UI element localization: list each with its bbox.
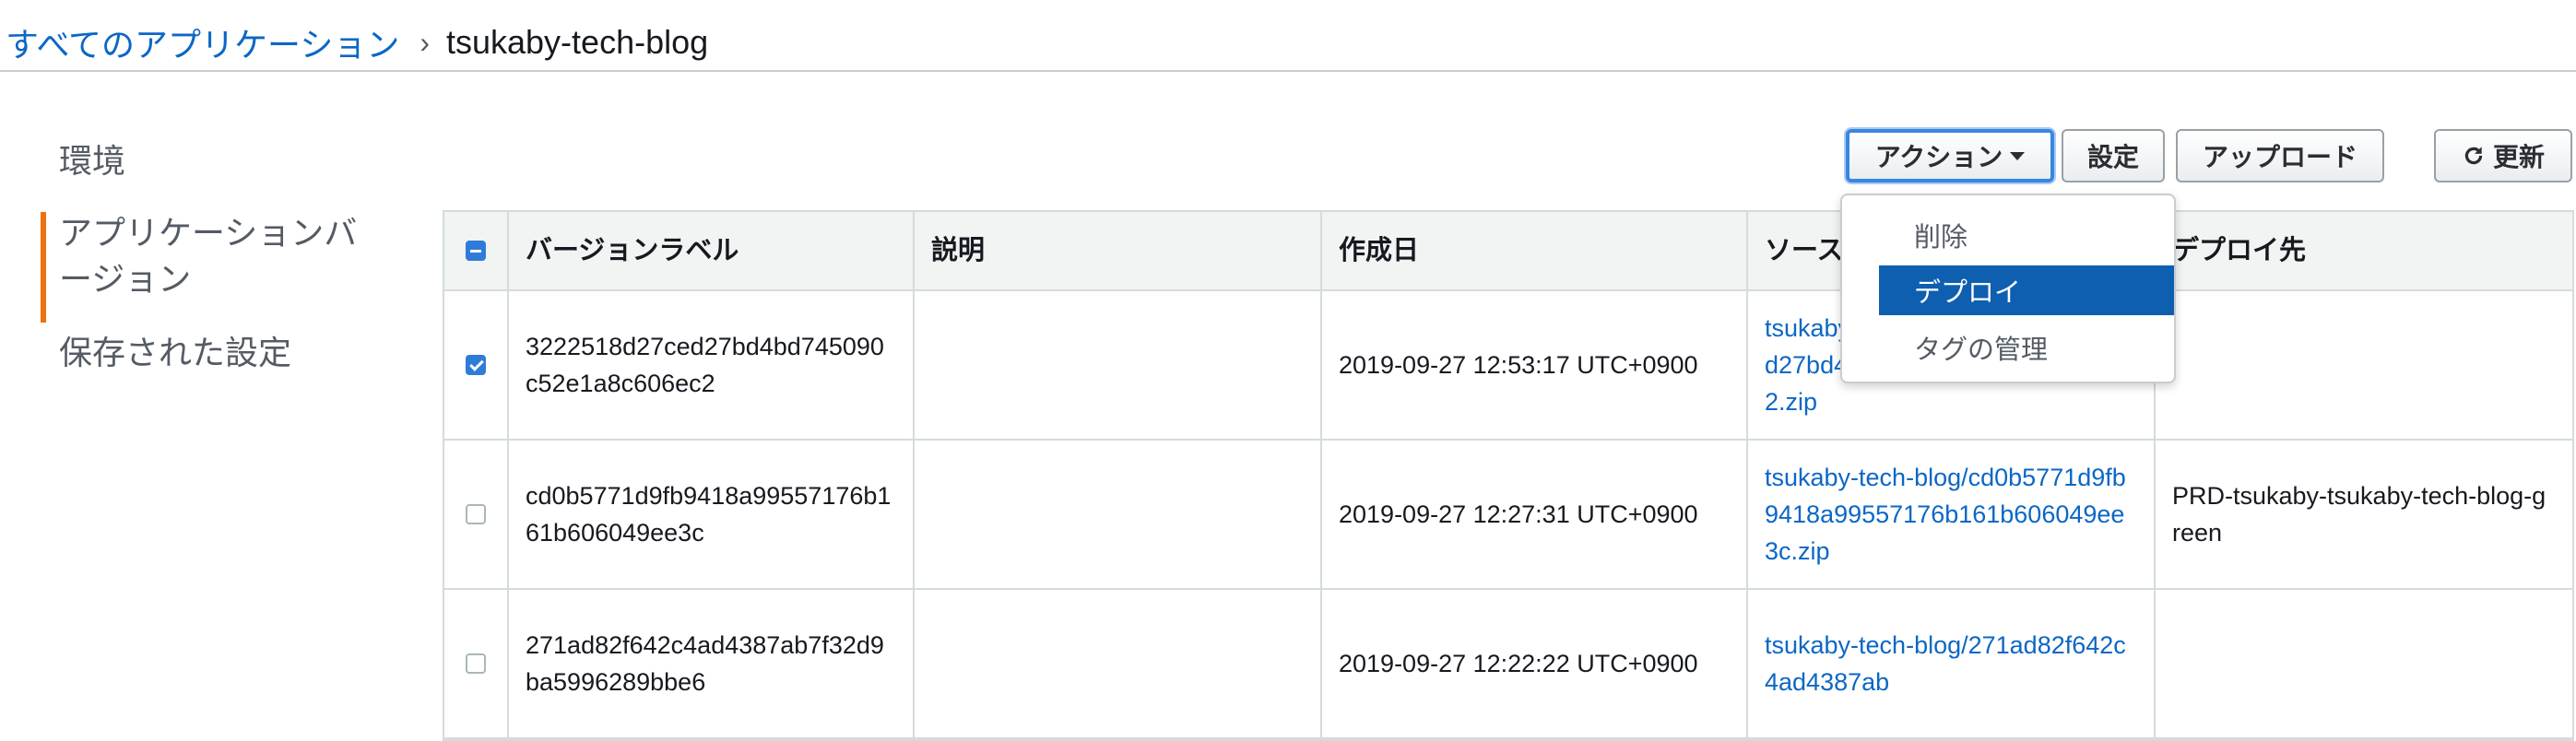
column-header-description[interactable]: 説明	[915, 212, 1322, 289]
column-header-created[interactable]: 作成日	[1322, 212, 1748, 289]
settings-button[interactable]: 設定	[2062, 129, 2165, 182]
deployed-to-cell	[2156, 291, 2569, 439]
source-bundle-link[interactable]: tsukaby-tech-blog/cd0b5771d9fb9418a99557…	[1765, 459, 2137, 570]
upload-button[interactable]: アップロード	[2176, 129, 2384, 182]
actions-button-label: アクション	[1874, 143, 2003, 171]
created-date-cell: 2019-09-27 12:22:22 UTC+0900	[1322, 590, 1748, 737]
menu-item-deploy[interactable]: デプロイ	[1879, 265, 2174, 315]
source-cell: tsukaby-tech-blog/271ad82f642c4ad4387ab	[1748, 590, 2156, 737]
source-bundle-link[interactable]: tsukaby-tech-blog/271ad82f642c4ad4387ab	[1765, 627, 2137, 700]
caret-down-icon	[2010, 151, 2026, 160]
created-date-cell: 2019-09-27 12:53:17 UTC+0900	[1322, 291, 1748, 439]
table-row: cd0b5771d9fb9418a99557176b161b606049ee3c…	[444, 441, 2572, 590]
side-nav-item-label: アプリケーションバ ージョン	[59, 214, 358, 298]
breadcrumb: すべてのアプリケーション › tsukaby-tech-blog	[6, 17, 708, 68]
breadcrumb-divider	[0, 70, 2576, 72]
menu-item-manage-tags[interactable]: タグの管理	[1879, 323, 2174, 372]
version-label-cell: 271ad82f642c4ad4387ab7f32d9ba5996289bbe6	[509, 590, 915, 737]
actions-dropdown-menu: 削除 デプロイ タグの管理	[1840, 194, 2176, 383]
breadcrumb-all-applications-link[interactable]: すべてのアプリケーション	[6, 18, 399, 66]
row-checkbox[interactable]	[466, 653, 486, 674]
select-all-checkbox[interactable]	[466, 241, 486, 261]
row-select-cell	[444, 441, 509, 588]
side-nav-item-saved-configurations[interactable]: 保存された設定	[41, 330, 400, 376]
side-nav-item-application-versions[interactable]: アプリケーションバ ージョン	[41, 210, 400, 323]
row-select-cell	[444, 590, 509, 737]
table-row: 271ad82f642c4ad4387ab7f32d9ba5996289bbe6…	[444, 590, 2572, 739]
column-header-version-label[interactable]: バージョンラベル	[509, 212, 915, 289]
select-all-cell	[444, 212, 509, 289]
side-nav-item-environments[interactable]: 環境	[41, 138, 400, 184]
refresh-button[interactable]: 更新	[2434, 129, 2572, 182]
version-label-cell: 3222518d27ced27bd4bd745090c52e1a8c606ec2	[509, 291, 915, 439]
row-checkbox[interactable]	[466, 504, 486, 524]
row-select-cell	[444, 291, 509, 439]
table-row: 3222518d27ced27bd4bd745090c52e1a8c606ec2…	[444, 291, 2572, 441]
deployed-to-cell: PRD-tsukaby-tsukaby-tech-blog-green	[2172, 482, 2546, 547]
actions-dropdown-button[interactable]: アクション	[1846, 129, 2054, 182]
description-cell	[915, 441, 1322, 588]
version-label-cell: cd0b5771d9fb9418a99557176b161b606049ee3c	[509, 441, 915, 588]
source-cell: tsukaby-tech-blog/cd0b5771d9fb9418a99557…	[1748, 441, 2156, 588]
description-cell	[915, 590, 1322, 737]
side-navigation: 環境 アプリケーションバ ージョン 保存された設定	[41, 138, 400, 376]
application-versions-table: バージョンラベル 説明 作成日 ソース デプロイ先 3222518d27ced2…	[443, 210, 2574, 741]
refresh-icon	[2464, 147, 2483, 165]
deployed-to-cell	[2156, 590, 2569, 737]
breadcrumb-current-application: tsukaby-tech-blog	[445, 23, 709, 61]
menu-item-delete[interactable]: 削除	[1879, 210, 2174, 260]
breadcrumb-separator: ›	[419, 25, 430, 59]
refresh-button-label: 更新	[2492, 143, 2545, 171]
table-header-row: バージョンラベル 説明 作成日 ソース デプロイ先	[444, 212, 2572, 291]
column-header-deployed-to[interactable]: デプロイ先	[2156, 212, 2569, 289]
created-date-cell: 2019-09-27 12:27:31 UTC+0900	[1322, 441, 1748, 588]
row-checkbox[interactable]	[466, 355, 486, 375]
description-cell	[915, 291, 1322, 439]
